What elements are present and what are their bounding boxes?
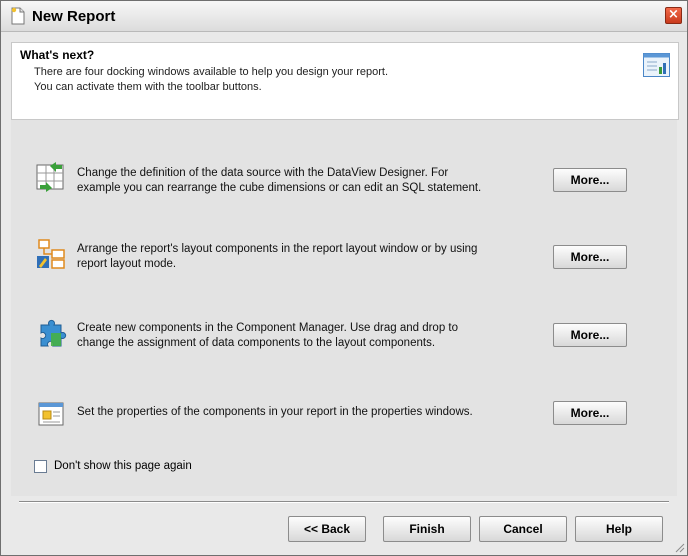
properties-window-icon xyxy=(38,402,64,426)
properties-more-button[interactable]: More... xyxy=(553,401,627,425)
row-3-line-1: Create new components in the Component M… xyxy=(77,322,459,334)
cancel-button[interactable]: Cancel xyxy=(479,516,567,542)
title-bar: New Report × xyxy=(1,1,687,32)
row-1-line-2: example you can rearrange the cube dimen… xyxy=(77,182,482,194)
report-layout-icon xyxy=(37,239,65,269)
row-1-line-1: Change the definition of the data source… xyxy=(77,167,449,179)
help-button[interactable]: Help xyxy=(575,516,663,542)
close-button[interactable]: × xyxy=(665,7,682,24)
row-4-line-1: Set the properties of the components in … xyxy=(77,406,473,418)
new-report-dialog: New Report × What's next? There are four… xyxy=(0,0,688,556)
dont-show-again-checkbox[interactable] xyxy=(34,460,47,473)
row-4-text: Set the properties of the components in … xyxy=(77,405,473,420)
dataview-designer-icon xyxy=(36,162,64,192)
report-layout-more-button[interactable]: More... xyxy=(553,245,627,269)
report-chart-icon xyxy=(643,53,670,77)
header-line-1: There are four docking windows available… xyxy=(34,66,389,78)
resize-grip-icon[interactable] xyxy=(673,541,685,553)
row-3-line-2: change the assignment of data components… xyxy=(77,337,436,349)
header-line-2: You can activate them with the toolbar b… xyxy=(34,81,262,93)
header-panel: What's next? There are four docking wind… xyxy=(11,42,679,120)
window-title: New Report xyxy=(32,8,116,25)
row-1-text: Change the definition of the data source… xyxy=(77,166,481,196)
dataview-designer-more-button[interactable]: More... xyxy=(553,168,627,192)
row-2-line-1: Arrange the report's layout components i… xyxy=(77,243,478,255)
new-document-icon xyxy=(11,7,25,25)
close-icon: × xyxy=(668,7,679,22)
row-2-line-2: report layout mode. xyxy=(77,258,177,270)
back-button[interactable]: << Back xyxy=(288,516,366,542)
component-manager-icon xyxy=(40,319,67,347)
row-2-text: Arrange the report's layout components i… xyxy=(77,242,477,272)
header-heading: What's next? xyxy=(20,48,95,62)
finish-button[interactable]: Finish xyxy=(383,516,471,542)
footer-separator xyxy=(19,501,669,503)
row-3-text: Create new components in the Component M… xyxy=(77,321,458,351)
dont-show-again-label[interactable]: Don't show this page again xyxy=(54,460,192,472)
component-manager-more-button[interactable]: More... xyxy=(553,323,627,347)
